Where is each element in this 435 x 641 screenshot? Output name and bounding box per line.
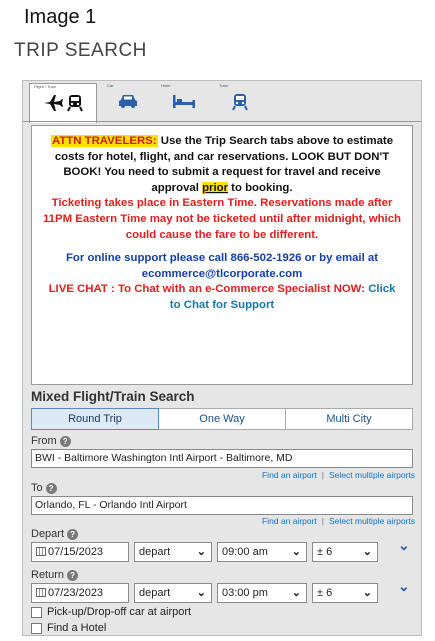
depart-date-value: 07/15/2023 [48, 546, 104, 558]
live-chat-line: LIVE CHAT : To Chat with an e-Commerce S… [42, 282, 402, 313]
from-label-text: From [31, 435, 57, 447]
tab-flight-train[interactable]: Flight / Train [29, 83, 97, 123]
chevron-down-icon: ⌄ [291, 587, 301, 599]
chevron-down-icon: ⌄ [196, 587, 206, 599]
tab-label: Hotel [161, 83, 171, 88]
travel-notice: ATTN TRAVELERS: Use the Trip Search tabs… [31, 125, 413, 385]
car-checkbox[interactable] [31, 606, 42, 618]
multi-city-option[interactable]: Multi City [286, 408, 413, 430]
hotel-checkbox[interactable] [31, 622, 42, 634]
plane-icon [43, 94, 63, 117]
help-icon[interactable]: ? [59, 435, 71, 447]
tab-label: Car [107, 83, 114, 88]
link-separator: | [321, 470, 325, 480]
find-airport-link[interactable]: Find an airport [262, 516, 317, 526]
round-trip-option[interactable]: Round Trip [31, 408, 159, 430]
select-multiple-link[interactable]: Select multiple airports [329, 516, 415, 526]
return-label-text: Return [31, 569, 65, 581]
tab-train[interactable]: Train [215, 83, 265, 121]
to-label: To? [31, 482, 57, 494]
return-date-input[interactable]: 07/23/2023 [31, 583, 129, 603]
tab-label: Train [219, 83, 228, 88]
to-input[interactable]: Orlando, FL - Orlando Intl Airport [31, 496, 413, 515]
to-label-text: To [31, 482, 43, 494]
tab-divider [23, 121, 421, 122]
chevron-down-icon: ⌄ [291, 546, 301, 558]
attn-heading: ATTN TRAVELERS: [50, 135, 158, 147]
ticketing-notice: Ticketing takes place in Eastern Time. R… [42, 197, 402, 241]
support-info: For online support please call 866-502-1… [65, 252, 379, 280]
calendar-icon[interactable] [36, 588, 46, 597]
depart-mode-value: depart [139, 546, 171, 558]
chevron-down-icon: ⌄ [362, 546, 372, 558]
select-multiple-link[interactable]: Select multiple airports [329, 470, 415, 480]
return-window-select[interactable]: ± 6 ⌄ [312, 583, 378, 603]
one-way-option[interactable]: One Way [159, 408, 286, 430]
train-icon [67, 94, 83, 117]
return-label: Return? [31, 569, 79, 581]
return-expand-icon[interactable]: ⌄ [398, 578, 410, 595]
hotel-checkbox-row[interactable]: Find a Hotel [31, 622, 106, 634]
return-window-value: ± 6 [317, 587, 333, 599]
notice-intro: ATTN TRAVELERS: Use the Trip Search tabs… [42, 134, 402, 196]
tab-car[interactable]: Car [103, 83, 153, 121]
trip-search-widget: Flight / Train Car Hotel Train ATTN TRAV… [22, 80, 422, 636]
from-label: From? [31, 435, 71, 447]
trip-type-selector: Round Trip One Way Multi City [31, 408, 413, 430]
chevron-down-icon: ⌄ [362, 587, 372, 599]
chevron-down-icon: ⌄ [196, 546, 206, 558]
from-input[interactable]: BWI - Baltimore Washington Intl Airport … [31, 449, 413, 468]
depart-label-text: Depart [31, 528, 65, 540]
car-checkbox-label: Pick-up/Drop-off car at airport [47, 606, 192, 618]
return-mode-value: depart [139, 587, 171, 599]
bed-icon [172, 93, 196, 114]
return-time-value: 03:00 pm [222, 587, 268, 599]
return-date-value: 07/23/2023 [48, 587, 104, 599]
depart-date-input[interactable]: 07/15/2023 [31, 542, 129, 562]
search-tabs: Flight / Train Car Hotel Train [23, 81, 421, 123]
image-caption: Image 1 [24, 6, 97, 28]
calendar-icon[interactable] [36, 547, 46, 556]
depart-expand-icon[interactable]: ⌄ [398, 537, 410, 554]
tab-hotel[interactable]: Hotel [157, 83, 211, 121]
page-title: TRIP SEARCH [14, 40, 147, 61]
depart-time-select[interactable]: 09:00 am ⌄ [217, 542, 307, 562]
live-chat-text: LIVE CHAT : To Chat with an e-Commerce S… [48, 283, 369, 296]
help-icon[interactable]: ? [67, 569, 79, 581]
help-icon[interactable]: ? [67, 528, 79, 540]
from-airport-links: Find an airport | Select multiple airports [262, 470, 415, 480]
depart-window-value: ± 6 [317, 546, 333, 558]
car-checkbox-row[interactable]: Pick-up/Drop-off car at airport [31, 606, 191, 618]
depart-window-select[interactable]: ± 6 ⌄ [312, 542, 378, 562]
return-mode-select[interactable]: depart ⌄ [134, 583, 212, 603]
return-time-select[interactable]: 03:00 pm ⌄ [217, 583, 307, 603]
depart-label: Depart? [31, 528, 79, 540]
notice-text-end: to booking. [228, 181, 293, 194]
hotel-checkbox-label: Find a Hotel [47, 622, 107, 634]
section-title: Mixed Flight/Train Search [31, 389, 195, 404]
tab-label: Flight / Train [34, 84, 57, 89]
help-icon[interactable]: ? [45, 482, 57, 494]
depart-mode-select[interactable]: depart ⌄ [134, 542, 212, 562]
depart-time-value: 09:00 am [222, 546, 268, 558]
find-airport-link[interactable]: Find an airport [262, 470, 317, 480]
to-airport-links: Find an airport | Select multiple airports [262, 516, 415, 526]
car-icon [118, 93, 138, 114]
link-separator: | [321, 516, 325, 526]
train-icon [232, 93, 248, 116]
prior-highlight: prior [202, 181, 229, 194]
